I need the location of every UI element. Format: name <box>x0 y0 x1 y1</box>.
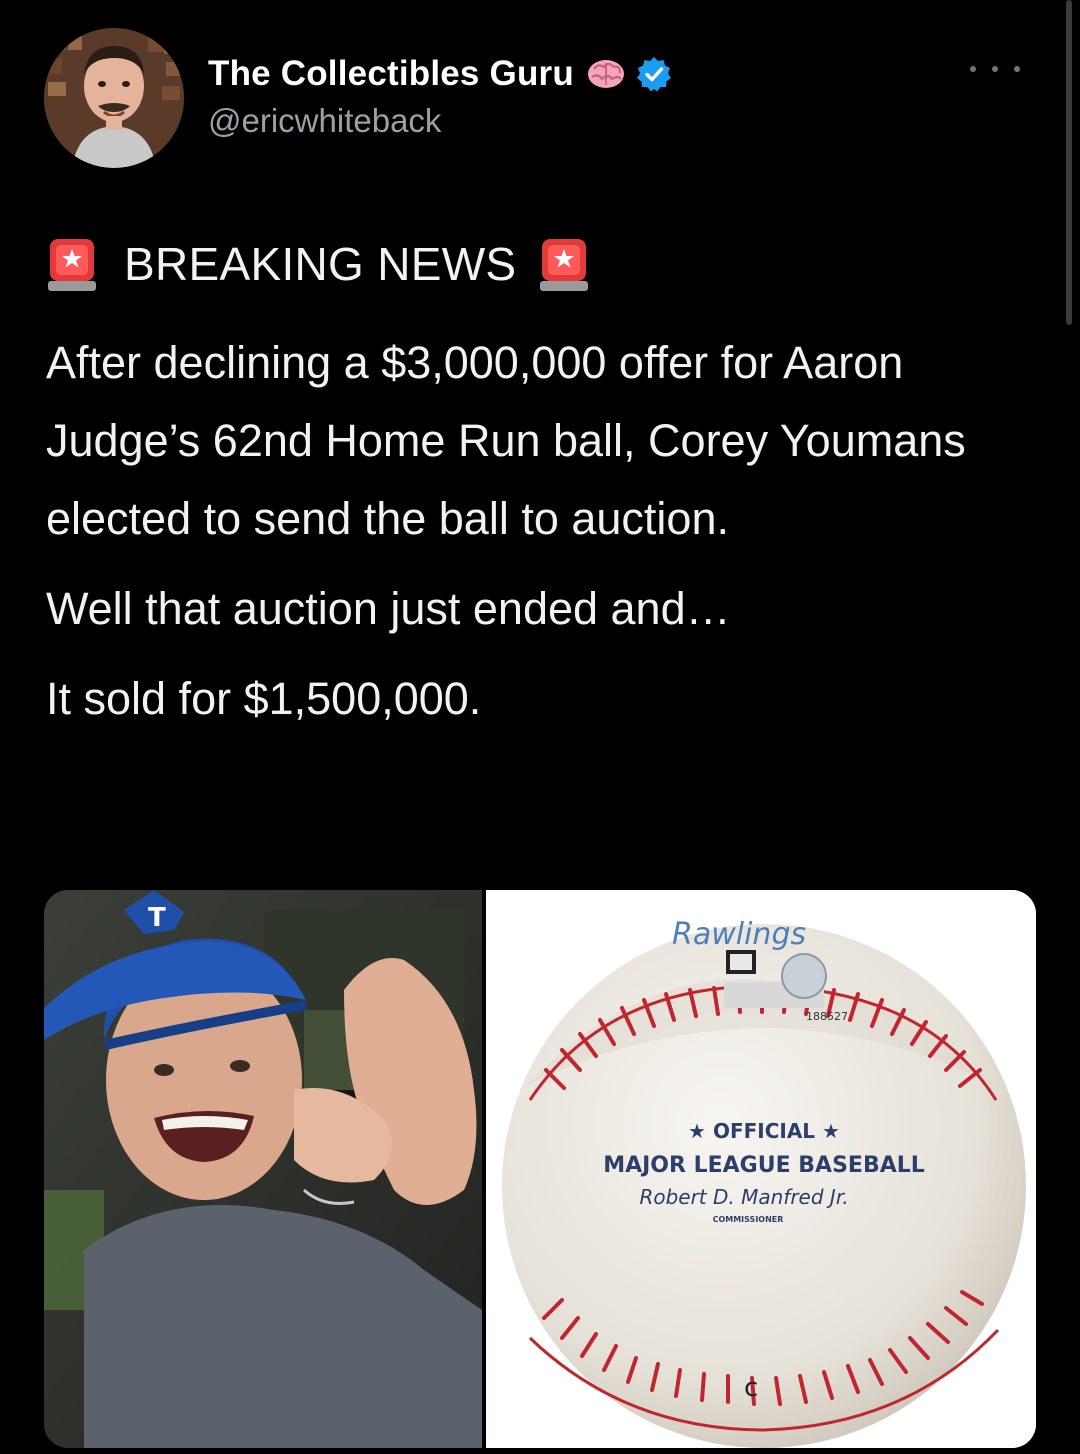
author-names: The Collectibles Guru @ericwhiteback <box>208 50 672 140</box>
more-dot <box>970 66 976 72</box>
ball-official-text: ★ OFFICIAL ★ <box>688 1119 840 1143</box>
tweet-paragraph: Well that auction just ended and… <box>46 583 731 634</box>
more-dot <box>992 66 998 72</box>
display-name[interactable]: The Collectibles Guru <box>208 54 574 94</box>
ball-letter-text: c <box>744 1373 758 1403</box>
page-scrollbar[interactable] <box>1066 0 1072 325</box>
tweet-paragraph: After declining a $3,000,000 offer for A… <box>46 337 966 544</box>
tweet-media[interactable]: T Rawlings 188527 ★ OFFICIAL ★ MAJOR LEA… <box>44 890 1036 1448</box>
tweet-paragraph: It sold for $1,500,000. <box>46 673 482 724</box>
baseball-photo[interactable]: Rawlings 188527 ★ OFFICIAL ★ MAJOR LEAGU… <box>486 890 1036 1448</box>
svg-text:T: T <box>148 903 166 933</box>
tweet-header: The Collectibles Guru @ericwhiteback <box>44 28 1034 168</box>
breaking-headline-row: BREAKING NEWS <box>46 228 1046 300</box>
more-options-icon[interactable] <box>970 54 1020 84</box>
ball-serial-text: 188527 <box>806 1010 848 1023</box>
avatar[interactable] <box>44 28 184 168</box>
breaking-news-headline: BREAKING NEWS <box>124 238 517 290</box>
ball-commissioner-text: COMMISSIONER <box>713 1215 784 1224</box>
verified-badge-icon <box>636 57 671 92</box>
brain-emoji-icon <box>587 60 624 88</box>
ball-brand-text: Rawlings <box>672 917 806 952</box>
author-handle[interactable]: @ericwhiteback <box>208 102 672 140</box>
display-name-row: The Collectibles Guru <box>208 50 672 98</box>
rotating-light-emoji-icon <box>540 239 589 291</box>
ball-signature-text: Robert D. Manfred Jr. <box>639 1185 848 1209</box>
man-in-blue-cap-photo[interactable]: T <box>44 890 482 1448</box>
tweet-text: BREAKING NEWS After declining a $3,000,0… <box>46 228 1046 738</box>
more-dot <box>1014 66 1020 72</box>
ball-league-text: MAJOR LEAGUE BASEBALL <box>603 1153 925 1178</box>
rotating-light-emoji-icon <box>48 239 96 291</box>
